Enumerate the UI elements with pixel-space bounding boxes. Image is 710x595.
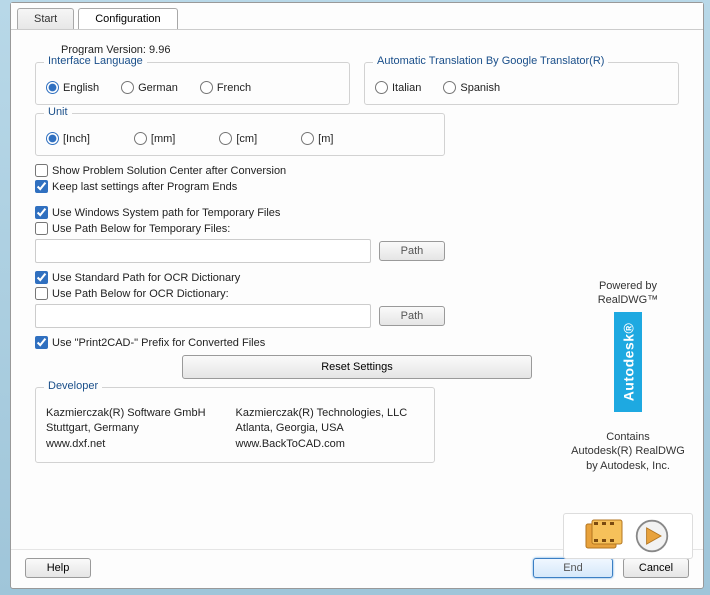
- contains-line2: Autodesk(R) RealDWG: [563, 444, 693, 458]
- radio-cm[interactable]: [cm]: [219, 132, 257, 145]
- temp-path-input[interactable]: [35, 239, 371, 263]
- tab-configuration[interactable]: Configuration: [78, 8, 177, 30]
- radio-german[interactable]: German: [121, 81, 178, 94]
- help-button[interactable]: Help: [25, 558, 91, 578]
- developer-col-1: Kazmierczak(R) Software GmbH Stuttgart, …: [46, 406, 206, 452]
- dev-city-2: Atlanta, Georgia, USA: [236, 421, 408, 436]
- auto-translation-legend: Automatic Translation By Google Translat…: [373, 55, 608, 67]
- radio-inch-label: [Inch]: [63, 133, 90, 145]
- radio-mm[interactable]: [mm]: [134, 132, 175, 145]
- radio-inch[interactable]: [Inch]: [46, 132, 90, 145]
- contains-line3: by Autodesk, Inc.: [563, 459, 693, 473]
- radio-cm-label: [cm]: [236, 133, 257, 145]
- developer-group: Developer Kazmierczak(R) Software GmbH S…: [35, 387, 435, 463]
- radio-french-label: French: [217, 82, 251, 94]
- tab-bar: Start Configuration: [11, 3, 703, 29]
- reset-settings-button[interactable]: Reset Settings: [182, 355, 532, 379]
- check-keep-last-label: Keep last settings after Program Ends: [52, 181, 237, 193]
- check-prefix[interactable]: Use "Print2CAD-" Prefix for Converted Fi…: [35, 336, 445, 349]
- realdwg-label: RealDWG™: [563, 294, 693, 306]
- check-show-psc-label: Show Problem Solution Center after Conve…: [52, 165, 286, 177]
- dev-url-2: www.BackToCAD.com: [236, 437, 408, 452]
- dev-company-1: Kazmierczak(R) Software GmbH: [46, 406, 206, 421]
- temp-path-button[interactable]: Path: [379, 241, 445, 261]
- radio-english-label: English: [63, 82, 99, 94]
- check-win-temp-label: Use Windows System path for Temporary Fi…: [52, 207, 280, 219]
- cancel-button[interactable]: Cancel: [623, 558, 689, 578]
- radio-mm-label: [mm]: [151, 133, 175, 145]
- ocr-path-input[interactable]: [35, 304, 371, 328]
- radio-m[interactable]: [m]: [301, 132, 333, 145]
- interface-language-group: Interface Language English German French: [35, 62, 350, 105]
- check-below-temp[interactable]: Use Path Below for Temporary Files:: [35, 222, 445, 235]
- right-panel: Powered by RealDWG™ Autodesk® Contains A…: [563, 280, 693, 559]
- unit-group: Unit [Inch] [mm] [cm] [m]: [35, 113, 445, 156]
- check-std-ocr-label: Use Standard Path for OCR Dictionary: [52, 272, 240, 284]
- developer-legend: Developer: [44, 380, 102, 392]
- tab-start[interactable]: Start: [17, 8, 74, 29]
- check-keep-last[interactable]: Keep last settings after Program Ends: [35, 180, 445, 193]
- check-std-ocr[interactable]: Use Standard Path for OCR Dictionary: [35, 271, 445, 284]
- developer-col-2: Kazmierczak(R) Technologies, LLC Atlanta…: [236, 406, 408, 452]
- film-reel-icon: [584, 518, 624, 554]
- contains-block: Contains Autodesk(R) RealDWG by Autodesk…: [563, 430, 693, 473]
- media-icons[interactable]: [563, 513, 693, 559]
- radio-spanish[interactable]: Spanish: [443, 81, 500, 94]
- radio-italian-label: Italian: [392, 82, 421, 94]
- radio-english[interactable]: English: [46, 81, 99, 94]
- ocr-path-button[interactable]: Path: [379, 306, 445, 326]
- end-button[interactable]: End: [533, 558, 613, 578]
- config-window: Start Configuration Program Version: 9.9…: [10, 2, 704, 589]
- check-below-ocr-label: Use Path Below for OCR Dictionary:: [52, 288, 229, 300]
- contains-line1: Contains: [563, 430, 693, 444]
- interface-language-legend: Interface Language: [44, 55, 147, 67]
- check-show-psc[interactable]: Show Problem Solution Center after Conve…: [35, 164, 445, 177]
- radio-french[interactable]: French: [200, 81, 251, 94]
- radio-german-label: German: [138, 82, 178, 94]
- dev-url-1: www.dxf.net: [46, 437, 206, 452]
- dev-city-1: Stuttgart, Germany: [46, 421, 206, 436]
- check-below-ocr[interactable]: Use Path Below for OCR Dictionary:: [35, 287, 445, 300]
- unit-legend: Unit: [44, 106, 72, 118]
- radio-spanish-label: Spanish: [460, 82, 500, 94]
- auto-translation-group: Automatic Translation By Google Translat…: [364, 62, 679, 105]
- radio-italian[interactable]: Italian: [375, 81, 421, 94]
- autodesk-badge-text: Autodesk®: [620, 323, 636, 402]
- dev-company-2: Kazmierczak(R) Technologies, LLC: [236, 406, 408, 421]
- autodesk-badge-icon: Autodesk®: [614, 312, 642, 412]
- tab-content: Program Version: 9.96 Interface Language…: [11, 29, 703, 549]
- check-prefix-label: Use "Print2CAD-" Prefix for Converted Fi…: [52, 337, 265, 349]
- check-below-temp-label: Use Path Below for Temporary Files:: [52, 223, 230, 235]
- check-win-temp[interactable]: Use Windows System path for Temporary Fi…: [35, 206, 445, 219]
- powered-by-label: Powered by: [563, 280, 693, 292]
- radio-m-label: [m]: [318, 133, 333, 145]
- play-icon: [632, 518, 672, 554]
